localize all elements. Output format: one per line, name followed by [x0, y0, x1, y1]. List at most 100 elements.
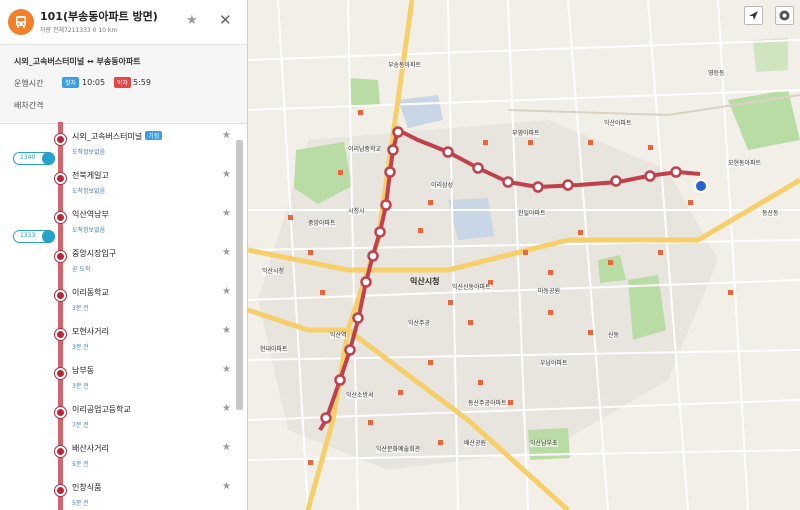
city-hall-label: 익산시청	[410, 277, 440, 286]
map-place-label: 익산역	[330, 332, 347, 339]
stop-arrival: 곧 도착	[72, 266, 91, 273]
close-icon[interactable]: ✕	[219, 11, 232, 29]
origin-tag: 기점	[145, 131, 163, 140]
map-place-label: 동산주공아파트	[468, 400, 507, 407]
park	[753, 38, 788, 72]
stop-item[interactable]: 이리동학교 3분 전 ★	[0, 281, 236, 320]
stop-star-icon[interactable]: ★	[222, 325, 231, 336]
stop-marker-icon	[55, 134, 66, 145]
route-terminal-icon[interactable]	[694, 179, 708, 193]
map-place-label: 부송동아파트	[388, 62, 422, 69]
stop-star-icon[interactable]: ★	[222, 364, 231, 375]
route-subtitle: 차량 전체7211333 0 10 km	[40, 27, 118, 34]
stop-item[interactable]: 이리공업고등학교 7분 전 ★	[0, 398, 236, 437]
map-place-label: 이리남중학교	[348, 146, 382, 153]
stop-marker-icon	[55, 368, 66, 379]
locate-button[interactable]	[744, 6, 763, 25]
last-bus-badge: 막차	[114, 77, 132, 88]
stop-name: 모현사거리	[72, 327, 109, 336]
stop-arrival: 도착정보없음	[72, 188, 106, 195]
stop-item[interactable]: 중앙시장입구 곧 도착 ★	[0, 242, 236, 281]
map-place-label: 중앙아파트	[308, 220, 336, 227]
stop-marker-icon	[55, 290, 66, 301]
favorite-star-icon[interactable]: ★	[186, 13, 198, 28]
stop-marker-icon	[55, 407, 66, 418]
stop-arrival: 5분 전	[72, 461, 89, 468]
stop-star-icon[interactable]: ★	[222, 130, 231, 141]
stop-arrival: 7분 전	[72, 422, 89, 429]
map-place-label: 마동공원	[538, 288, 561, 295]
stop-arrival: 도착정보없음	[72, 149, 106, 156]
stop-item[interactable]: 남부동 3분 전 ★	[0, 359, 236, 398]
stop-star-icon[interactable]: ★	[222, 247, 231, 258]
stop-marker-icon	[55, 212, 66, 223]
stop-arrival: 5분 전	[72, 500, 89, 507]
map-place-label: 모현동아파트	[728, 160, 762, 167]
operating-hours-label: 운행시간	[14, 79, 44, 88]
stop-name: 익산역남부	[72, 210, 109, 219]
map-place-label: 익산신동아파트	[452, 284, 491, 291]
map-place-label: 한일아파트	[518, 210, 546, 217]
stop-marker-icon	[55, 251, 66, 262]
map-place-label: 우남아파트	[540, 360, 568, 367]
first-bus-time: 10:05	[82, 78, 106, 87]
stop-item[interactable]: 인창식품 5분 전 ★	[0, 476, 236, 510]
navigation-arrow-icon	[749, 11, 758, 20]
map-view[interactable]: 부송동아파트 이리남중학교 이리삼성 시청시 익산시청 익산신동아파트 부영아파…	[248, 0, 800, 510]
stop-arrival: 3분 전	[72, 305, 89, 312]
bus-icon	[42, 230, 55, 243]
route-header: 101(부송동아파트 방면) 차량 전체7211333 0 10 km ★ ✕	[0, 0, 247, 45]
stop-star-icon[interactable]: ★	[222, 442, 231, 453]
layers-icon	[779, 10, 790, 21]
route-direction: 시외_고속버스터미널 ↔ 부송동아파트	[14, 57, 141, 66]
stop-name: 이리동학교	[72, 288, 109, 297]
interval-label: 배차간격	[14, 101, 44, 110]
stop-marker-icon	[55, 446, 66, 457]
stop-star-icon[interactable]: ★	[222, 286, 231, 297]
map-place-label: 영등동	[708, 70, 725, 77]
stop-name: 인창식품	[72, 483, 102, 492]
stop-item[interactable]: 모현사거리 3분 전 ★	[0, 320, 236, 359]
stop-arrival: 도착정보없음	[72, 227, 106, 234]
map-place-label: 동산동	[762, 210, 779, 217]
stop-name: 이리공업고등학교	[72, 405, 131, 414]
bus-number: 1333	[20, 232, 36, 239]
stop-item[interactable]: 전북게일고 도착정보없음 ★	[0, 164, 236, 203]
bus-icon	[8, 9, 34, 35]
map-place-label: 익산소방서	[346, 392, 374, 399]
map-place-label: 배산공원	[464, 440, 487, 447]
route-panel: 101(부송동아파트 방면) 차량 전체7211333 0 10 km ★ ✕ …	[0, 0, 248, 510]
stop-arrival: 3분 전	[72, 383, 89, 390]
last-bus-time: 5:59	[133, 78, 151, 87]
stop-name: 남부동	[72, 366, 95, 375]
park	[348, 78, 380, 108]
bus-number: 1340	[20, 154, 36, 161]
map-place-label: 시청시	[348, 208, 365, 215]
stop-arrival: 3분 전	[72, 344, 89, 351]
stop-star-icon[interactable]: ★	[222, 481, 231, 492]
map-place-label: 신동	[608, 332, 620, 339]
map-place-label: 익산남부초	[530, 440, 558, 447]
route-title: 101(부송동아파트 방면)	[40, 10, 158, 23]
stop-marker-icon	[55, 485, 66, 496]
map-place-label: 익산문화예술회관	[376, 446, 421, 453]
layers-button[interactable]	[775, 6, 794, 25]
stop-star-icon[interactable]: ★	[222, 169, 231, 180]
stop-marker-icon	[55, 329, 66, 340]
stop-list: 시외_고속버스터미널 기점 도착정보없음 ★ 전북게일고 도착정보없음 ★ 익산역…	[0, 122, 248, 510]
stop-star-icon[interactable]: ★	[222, 403, 231, 414]
live-bus-badge[interactable]: 1340	[13, 152, 55, 165]
stop-item[interactable]: 배산사거리 5분 전 ★	[0, 437, 236, 476]
map-place-label: 익산아파트	[604, 120, 632, 127]
stop-star-icon[interactable]: ★	[222, 208, 231, 219]
bus-icon	[42, 152, 55, 165]
map-place-label: 익산시청	[262, 268, 285, 275]
map-place-label: 현대아파트	[260, 346, 288, 353]
stop-name: 시외_고속버스터미널	[72, 132, 143, 141]
map-place-label: 이리삼성	[431, 182, 454, 189]
map-place-label: 익산주공	[408, 320, 431, 327]
live-bus-badge[interactable]: 1333	[13, 230, 55, 243]
scrollbar[interactable]	[236, 140, 243, 410]
stop-name: 배산사거리	[72, 444, 109, 453]
stop-name: 전북게일고	[72, 171, 109, 180]
